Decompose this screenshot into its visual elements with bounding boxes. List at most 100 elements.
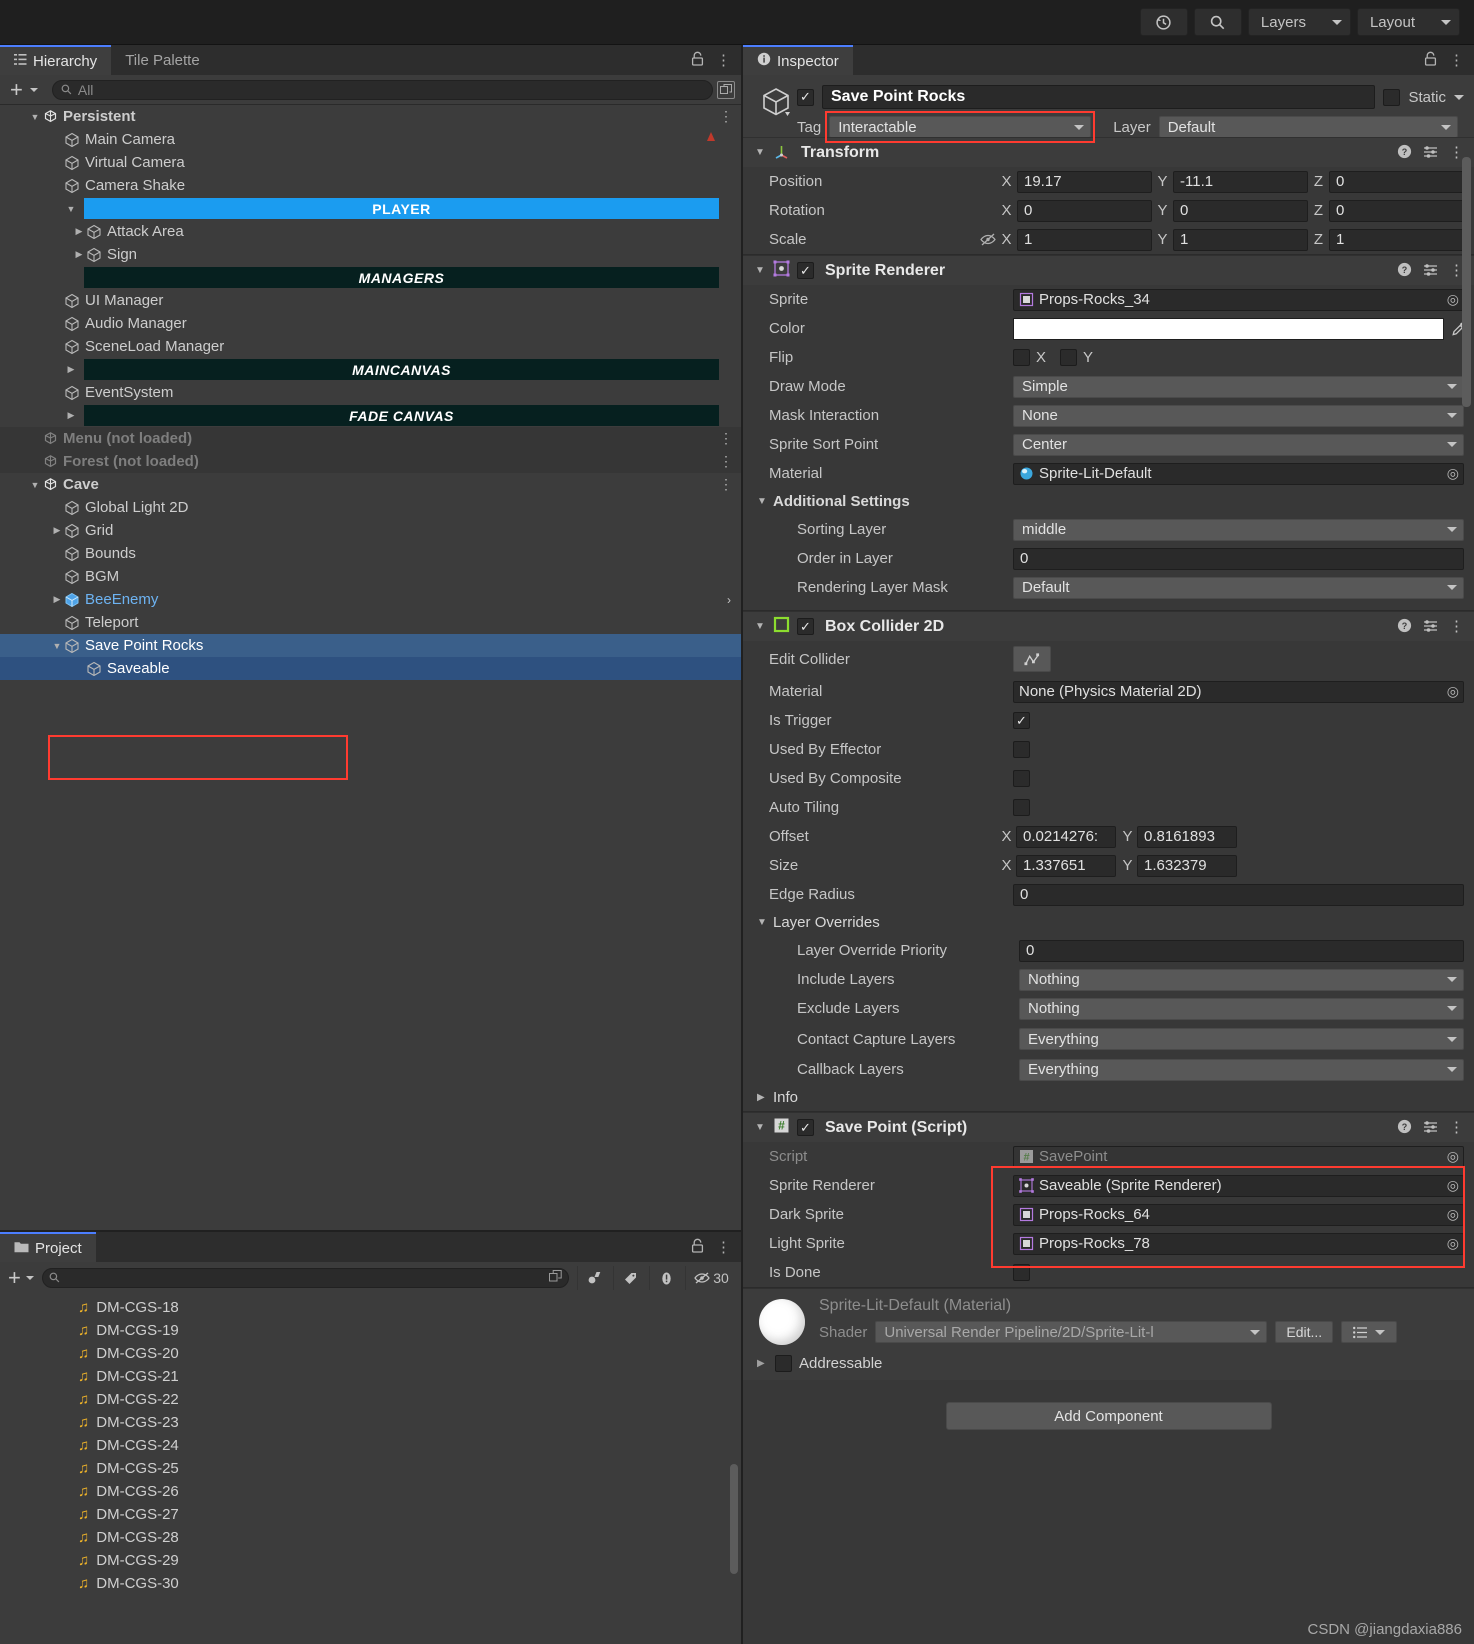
tag-dropdown[interactable]: Interactable bbox=[829, 116, 1092, 138]
hierarchy-row[interactable]: MANAGERS bbox=[0, 266, 741, 289]
create-asset-button[interactable]: + bbox=[4, 1267, 21, 1289]
hierarchy-menu-icon[interactable]: ⋮ bbox=[716, 53, 731, 68]
hierarchy-row[interactable]: ▼ Save Point Rocks bbox=[0, 634, 741, 657]
open-prefab-chevron-icon[interactable]: › bbox=[727, 593, 731, 607]
shader-edit-button[interactable]: Edit... bbox=[1275, 1321, 1334, 1343]
hierarchy-row[interactable]: ▼ PLAYER bbox=[0, 197, 741, 220]
chevron-right-icon[interactable]: ▶ bbox=[50, 594, 64, 605]
add-gameobject-button[interactable]: + bbox=[6, 78, 23, 101]
hierarchy-row[interactable]: Forest (not loaded) ⋮ bbox=[0, 450, 741, 473]
hierarchy-row[interactable]: Virtual Camera bbox=[0, 151, 741, 174]
hierarchy-row[interactable]: ▼ Cave ⋮ bbox=[0, 473, 741, 496]
hierarchy-row[interactable]: ▶ Attack Area bbox=[0, 220, 741, 243]
rendering-layer-mask-dropdown[interactable]: Default bbox=[1013, 576, 1464, 599]
chevron-down-icon[interactable]: ▼ bbox=[28, 112, 42, 122]
layer-overrides-foldout[interactable]: ▼ Layer Overrides bbox=[743, 909, 1474, 936]
rotation-y-input[interactable]: 0 bbox=[1173, 199, 1308, 222]
script-sprite-renderer-field[interactable]: Saveable (Sprite Renderer) ◎ bbox=[1013, 1174, 1464, 1197]
project-asset-row[interactable]: ♫ DM-CGS-21 bbox=[0, 1365, 741, 1388]
object-enabled-checkbox[interactable]: ✓ bbox=[797, 88, 814, 106]
material-object-field[interactable]: Sprite-Lit-Default ◎ bbox=[1013, 462, 1464, 485]
tab-hierarchy[interactable]: Hierarchy bbox=[0, 45, 112, 75]
project-asset-row[interactable]: ♫ DM-CGS-23 bbox=[0, 1411, 741, 1434]
hierarchy-search-input[interactable]: All bbox=[51, 79, 713, 100]
inspector-scrollbar[interactable] bbox=[1462, 157, 1471, 407]
project-asset-row[interactable]: ♫ DM-CGS-29 bbox=[0, 1549, 741, 1572]
hierarchy-row[interactable]: SceneLoad Manager bbox=[0, 335, 741, 358]
project-asset-row[interactable]: ♫ DM-CGS-26 bbox=[0, 1480, 741, 1503]
hierarchy-row[interactable]: Bounds bbox=[0, 542, 741, 565]
transform-header[interactable]: ▼ Transform ? ⋮ bbox=[743, 137, 1474, 167]
help-icon[interactable]: ? bbox=[1397, 144, 1412, 162]
chevron-right-icon[interactable]: ▶ bbox=[64, 410, 78, 421]
info-foldout[interactable]: ▶ Info bbox=[743, 1084, 1474, 1111]
project-asset-row[interactable]: ♫ DM-CGS-24 bbox=[0, 1434, 741, 1457]
sprite-renderer-enabled-checkbox[interactable]: ✓ bbox=[797, 262, 814, 279]
preset-icon[interactable] bbox=[1423, 618, 1438, 636]
hierarchy-row[interactable]: ▶ MAINCANVAS bbox=[0, 358, 741, 381]
addressable-checkbox[interactable]: ✓ bbox=[775, 1355, 792, 1372]
hierarchy-tree[interactable]: ▼ Persistent ⋮ Main Camera Virtual Camera Cam… bbox=[0, 105, 741, 1230]
auto-tiling-checkbox[interactable]: ✓ bbox=[1013, 799, 1030, 816]
offset-y-input[interactable]: 0.8161893 bbox=[1137, 825, 1237, 848]
rotation-z-input[interactable]: 0 bbox=[1329, 199, 1464, 222]
chevron-down-icon[interactable]: ▼ bbox=[755, 147, 766, 158]
save-filter-icon[interactable] bbox=[577, 1266, 611, 1290]
order-in-layer-input[interactable]: 0 bbox=[1013, 547, 1464, 570]
project-expand-icon[interactable] bbox=[549, 1270, 562, 1286]
box-collider-enabled-checkbox[interactable]: ✓ bbox=[797, 618, 814, 635]
hierarchy-row[interactable]: Camera Shake bbox=[0, 174, 741, 197]
chevron-right-icon[interactable]: ▶ bbox=[72, 226, 86, 237]
scale-x-input[interactable]: 1 bbox=[1017, 228, 1152, 251]
used-by-composite-checkbox[interactable]: ✓ bbox=[1013, 770, 1030, 787]
chevron-down-icon[interactable] bbox=[1454, 94, 1464, 100]
used-by-effector-checkbox[interactable]: ✓ bbox=[1013, 741, 1030, 758]
save-point-enabled-checkbox[interactable]: ✓ bbox=[797, 1119, 814, 1136]
search-icon[interactable] bbox=[1193, 8, 1242, 36]
hierarchy-row[interactable]: EventSystem bbox=[0, 381, 741, 404]
object-picker-icon[interactable]: ◎ bbox=[1447, 1177, 1459, 1194]
project-asset-row[interactable]: ♫ DM-CGS-28 bbox=[0, 1526, 741, 1549]
chevron-down-icon[interactable]: ▼ bbox=[64, 204, 78, 214]
color-swatch[interactable] bbox=[1013, 317, 1444, 340]
shader-dropdown[interactable]: Universal Render Pipeline/2D/Sprite-Lit-… bbox=[875, 1321, 1268, 1343]
light-sprite-field[interactable]: Props-Rocks_78 ◎ bbox=[1013, 1232, 1464, 1255]
chevron-down-icon[interactable]: ▼ bbox=[755, 621, 766, 632]
warning-icon[interactable] bbox=[649, 1266, 683, 1290]
tab-inspector[interactable]: Inspector bbox=[743, 45, 853, 75]
add-component-button[interactable]: Add Component bbox=[945, 1402, 1272, 1430]
static-checkbox[interactable]: ✓ bbox=[1383, 88, 1401, 106]
include-layers-dropdown[interactable]: Nothing bbox=[1019, 968, 1464, 991]
dark-sprite-field[interactable]: Props-Rocks_64 ◎ bbox=[1013, 1203, 1464, 1226]
inspector-scroll-area[interactable]: ▼ Transform ? ⋮ Position X 19.17 Y -11.1… bbox=[743, 137, 1474, 1644]
flip-y-checkbox[interactable]: ✓ bbox=[1060, 349, 1078, 366]
hidden-eye-icon[interactable]: 30 bbox=[685, 1266, 737, 1290]
save-point-header[interactable]: ▼ # ✓ Save Point (Script) ? ⋮ bbox=[743, 1112, 1474, 1142]
exclude-layers-dropdown[interactable]: Nothing bbox=[1019, 997, 1464, 1020]
component-menu-icon[interactable]: ⋮ bbox=[1449, 1120, 1464, 1135]
lock-icon[interactable] bbox=[1424, 51, 1437, 70]
tab-project[interactable]: Project bbox=[0, 1232, 96, 1262]
layers-dropdown[interactable]: Layers bbox=[1247, 8, 1351, 36]
object-picker-icon[interactable]: ◎ bbox=[1447, 683, 1459, 700]
project-asset-row[interactable]: ♫ DM-CGS-20 bbox=[0, 1342, 741, 1365]
chevron-right-icon[interactable]: ▶ bbox=[757, 1358, 768, 1369]
preset-icon[interactable] bbox=[1423, 262, 1438, 280]
hierarchy-row[interactable]: ▶ Sign bbox=[0, 243, 741, 266]
project-menu-icon[interactable]: ⋮ bbox=[716, 1240, 731, 1255]
constrain-proportions-icon[interactable] bbox=[975, 232, 1001, 247]
history-icon[interactable] bbox=[1139, 8, 1188, 36]
chevron-down-icon[interactable]: ▼ bbox=[755, 265, 766, 276]
hierarchy-row[interactable]: Audio Manager bbox=[0, 312, 741, 335]
hierarchy-row[interactable]: Global Light 2D bbox=[0, 496, 741, 519]
size-x-input[interactable]: 1.337651 bbox=[1016, 854, 1116, 877]
scene-menu-icon[interactable]: ⋮ bbox=[719, 453, 733, 470]
preset-icon[interactable] bbox=[1423, 1119, 1438, 1137]
position-y-input[interactable]: -11.1 bbox=[1173, 170, 1308, 193]
box-collider-header[interactable]: ▼ ✓ Box Collider 2D ? ⋮ bbox=[743, 611, 1474, 641]
scene-menu-icon[interactable]: ⋮ bbox=[719, 430, 733, 447]
chevron-down-icon[interactable]: ▼ bbox=[755, 1122, 766, 1133]
position-x-input[interactable]: 19.17 bbox=[1017, 170, 1152, 193]
sprite-object-field[interactable]: Props-Rocks_34 ◎ bbox=[1013, 288, 1464, 311]
chevron-right-icon[interactable]: ▶ bbox=[72, 249, 86, 260]
